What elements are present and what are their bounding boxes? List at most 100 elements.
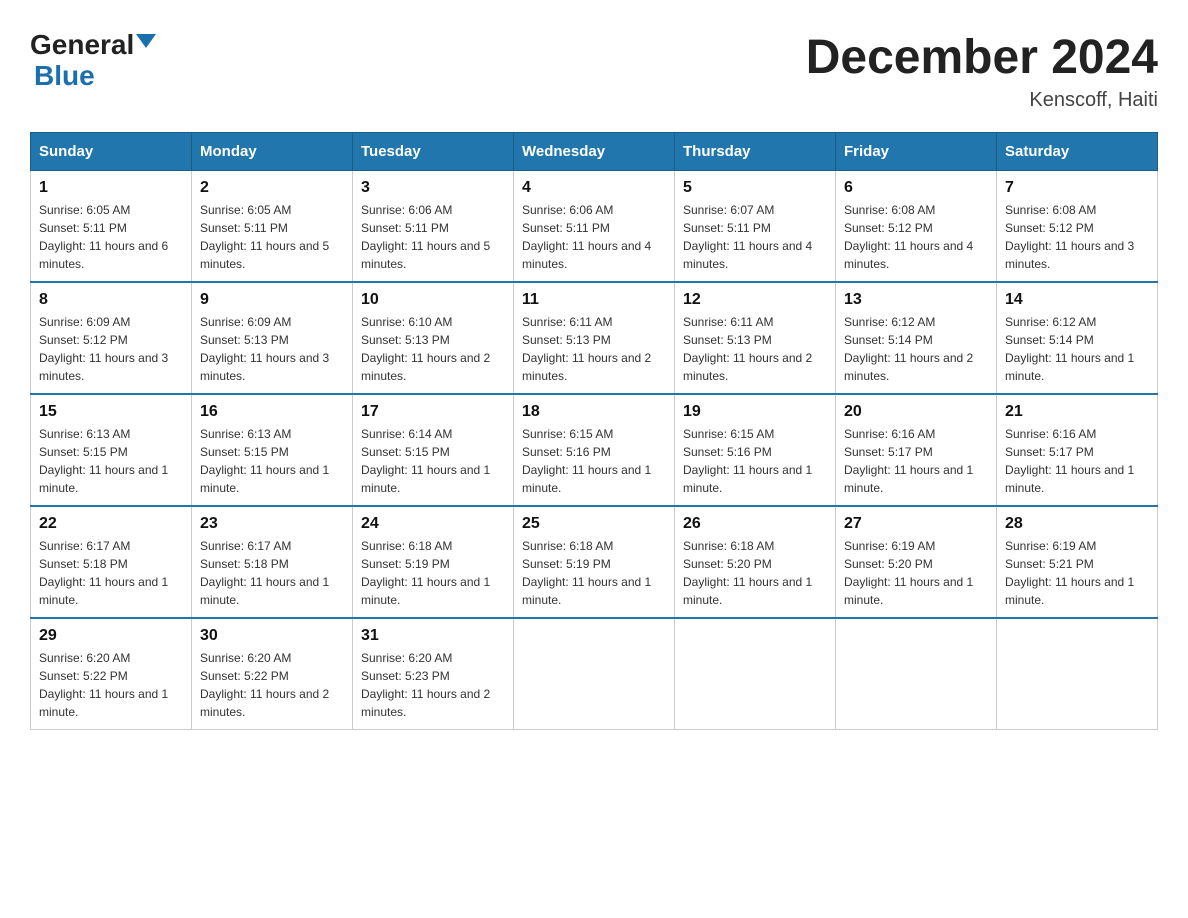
day-number: 27 [844,515,988,533]
calendar-day-cell: 10 Sunrise: 6:10 AMSunset: 5:13 PMDayligh… [353,282,514,394]
day-info: Sunrise: 6:12 AMSunset: 5:14 PMDaylight:… [1005,313,1149,385]
day-number: 21 [1005,403,1149,421]
day-info: Sunrise: 6:12 AMSunset: 5:14 PMDaylight:… [844,313,988,385]
calendar-day-cell: 19 Sunrise: 6:15 AMSunset: 5:16 PMDayligh… [675,394,836,506]
day-number: 8 [39,291,183,309]
day-info: Sunrise: 6:20 AMSunset: 5:22 PMDaylight:… [200,649,344,721]
calendar-table: SundayMondayTuesdayWednesdayThursdayFrid… [30,132,1158,730]
day-number: 16 [200,403,344,421]
calendar-day-cell: 14Sunrise: 6:12 AMSunset: 5:14 PMDayligh… [997,282,1158,394]
day-info: Sunrise: 6:08 AMSunset: 5:12 PMDaylight:… [844,201,988,273]
calendar-day-cell: 21 Sunrise: 6:16 AMSunset: 5:17 PMDayligh… [997,394,1158,506]
day-number: 24 [361,515,505,533]
logo-text-blue: Blue [34,60,95,91]
day-number: 28 [1005,515,1149,533]
day-number: 22 [39,515,183,533]
day-number: 11 [522,291,666,309]
logo: General Blue [30,30,156,92]
day-number: 7 [1005,179,1149,197]
calendar-day-cell: 3 Sunrise: 6:06 AMSunset: 5:11 PMDaylight… [353,171,514,283]
day-info: Sunrise: 6:19 AMSunset: 5:21 PMDaylight:… [1005,537,1149,609]
day-info: Sunrise: 6:14 AMSunset: 5:15 PMDaylight:… [361,425,505,497]
day-number: 9 [200,291,344,309]
day-info: Sunrise: 6:07 AMSunset: 5:11 PMDaylight:… [683,201,827,273]
calendar-day-cell: 16Sunrise: 6:13 AMSunset: 5:15 PMDayligh… [192,394,353,506]
calendar-header: SundayMondayTuesdayWednesdayThursdayFrid… [31,133,1158,171]
calendar-day-cell: 6Sunrise: 6:08 AMSunset: 5:12 PMDaylight… [836,171,997,283]
day-number: 12 [683,291,827,309]
calendar-day-cell: 9 Sunrise: 6:09 AMSunset: 5:13 PMDaylight… [192,282,353,394]
header-right: December 2024 Kenscoff, Haiti [806,30,1158,112]
day-number: 10 [361,291,505,309]
day-number: 25 [522,515,666,533]
calendar-day-cell: 8Sunrise: 6:09 AMSunset: 5:12 PMDaylight… [31,282,192,394]
day-info: Sunrise: 6:19 AMSunset: 5:20 PMDaylight:… [844,537,988,609]
weekday-header-saturday: Saturday [997,133,1158,171]
day-info: Sunrise: 6:11 AMSunset: 5:13 PMDaylight:… [683,313,827,385]
day-number: 18 [522,403,666,421]
day-info: Sunrise: 6:20 AMSunset: 5:22 PMDaylight:… [39,649,183,721]
calendar-day-cell: 18Sunrise: 6:15 AMSunset: 5:16 PMDayligh… [514,394,675,506]
weekday-header-monday: Monday [192,133,353,171]
logo-text-general: General [30,30,134,61]
weekday-header-thursday: Thursday [675,133,836,171]
calendar-week-row: 29 Sunrise: 6:20 AMSunset: 5:22 PMDayligh… [31,618,1158,730]
calendar-day-cell: 30 Sunrise: 6:20 AMSunset: 5:22 PMDayligh… [192,618,353,730]
calendar-day-cell: 22 Sunrise: 6:17 AMSunset: 5:18 PMDayligh… [31,506,192,618]
day-info: Sunrise: 6:08 AMSunset: 5:12 PMDaylight:… [1005,201,1149,273]
month-title: December 2024 [806,30,1158,85]
day-info: Sunrise: 6:05 AMSunset: 5:11 PMDaylight:… [39,201,183,273]
calendar-day-cell [514,618,675,730]
calendar-day-cell: 12 Sunrise: 6:11 AMSunset: 5:13 PMDayligh… [675,282,836,394]
day-info: Sunrise: 6:06 AMSunset: 5:11 PMDaylight:… [522,201,666,273]
day-number: 5 [683,179,827,197]
calendar-week-row: 1 Sunrise: 6:05 AMSunset: 5:11 PMDaylight… [31,171,1158,283]
calendar-day-cell: 23 Sunrise: 6:17 AMSunset: 5:18 PMDayligh… [192,506,353,618]
day-number: 15 [39,403,183,421]
day-number: 19 [683,403,827,421]
day-info: Sunrise: 6:09 AMSunset: 5:13 PMDaylight:… [200,313,344,385]
calendar-day-cell: 11Sunrise: 6:11 AMSunset: 5:13 PMDayligh… [514,282,675,394]
day-info: Sunrise: 6:17 AMSunset: 5:18 PMDaylight:… [39,537,183,609]
calendar-day-cell [836,618,997,730]
calendar-day-cell: 20 Sunrise: 6:16 AMSunset: 5:17 PMDayligh… [836,394,997,506]
calendar-day-cell: 4 Sunrise: 6:06 AMSunset: 5:11 PMDaylight… [514,171,675,283]
day-info: Sunrise: 6:16 AMSunset: 5:17 PMDaylight:… [844,425,988,497]
calendar-body: 1 Sunrise: 6:05 AMSunset: 5:11 PMDaylight… [31,171,1158,730]
calendar-day-cell: 7 Sunrise: 6:08 AMSunset: 5:12 PMDaylight… [997,171,1158,283]
day-info: Sunrise: 6:15 AMSunset: 5:16 PMDaylight:… [683,425,827,497]
day-number: 13 [844,291,988,309]
day-info: Sunrise: 6:06 AMSunset: 5:11 PMDaylight:… [361,201,505,273]
day-info: Sunrise: 6:16 AMSunset: 5:17 PMDaylight:… [1005,425,1149,497]
calendar-week-row: 8Sunrise: 6:09 AMSunset: 5:12 PMDaylight… [31,282,1158,394]
day-info: Sunrise: 6:18 AMSunset: 5:20 PMDaylight:… [683,537,827,609]
day-number: 4 [522,179,666,197]
day-info: Sunrise: 6:18 AMSunset: 5:19 PMDaylight:… [522,537,666,609]
weekday-header-row: SundayMondayTuesdayWednesdayThursdayFrid… [31,133,1158,171]
calendar-day-cell [997,618,1158,730]
day-number: 26 [683,515,827,533]
day-number: 1 [39,179,183,197]
day-number: 3 [361,179,505,197]
calendar-day-cell [675,618,836,730]
weekday-header-sunday: Sunday [31,133,192,171]
calendar-week-row: 15 Sunrise: 6:13 AMSunset: 5:15 PMDayligh… [31,394,1158,506]
calendar-day-cell: 5 Sunrise: 6:07 AMSunset: 5:11 PMDaylight… [675,171,836,283]
day-info: Sunrise: 6:17 AMSunset: 5:18 PMDaylight:… [200,537,344,609]
day-number: 17 [361,403,505,421]
day-number: 30 [200,627,344,645]
calendar-day-cell: 31Sunrise: 6:20 AMSunset: 5:23 PMDayligh… [353,618,514,730]
weekday-header-friday: Friday [836,133,997,171]
logo-triangle-icon [136,34,156,48]
day-info: Sunrise: 6:10 AMSunset: 5:13 PMDaylight:… [361,313,505,385]
calendar-day-cell: 13 Sunrise: 6:12 AMSunset: 5:14 PMDayligh… [836,282,997,394]
day-info: Sunrise: 6:13 AMSunset: 5:15 PMDaylight:… [39,425,183,497]
day-number: 20 [844,403,988,421]
calendar-day-cell: 1 Sunrise: 6:05 AMSunset: 5:11 PMDaylight… [31,171,192,283]
day-number: 29 [39,627,183,645]
day-number: 23 [200,515,344,533]
calendar-day-cell: 29 Sunrise: 6:20 AMSunset: 5:22 PMDayligh… [31,618,192,730]
weekday-header-tuesday: Tuesday [353,133,514,171]
calendar-day-cell: 24Sunrise: 6:18 AMSunset: 5:19 PMDayligh… [353,506,514,618]
weekday-header-wednesday: Wednesday [514,133,675,171]
